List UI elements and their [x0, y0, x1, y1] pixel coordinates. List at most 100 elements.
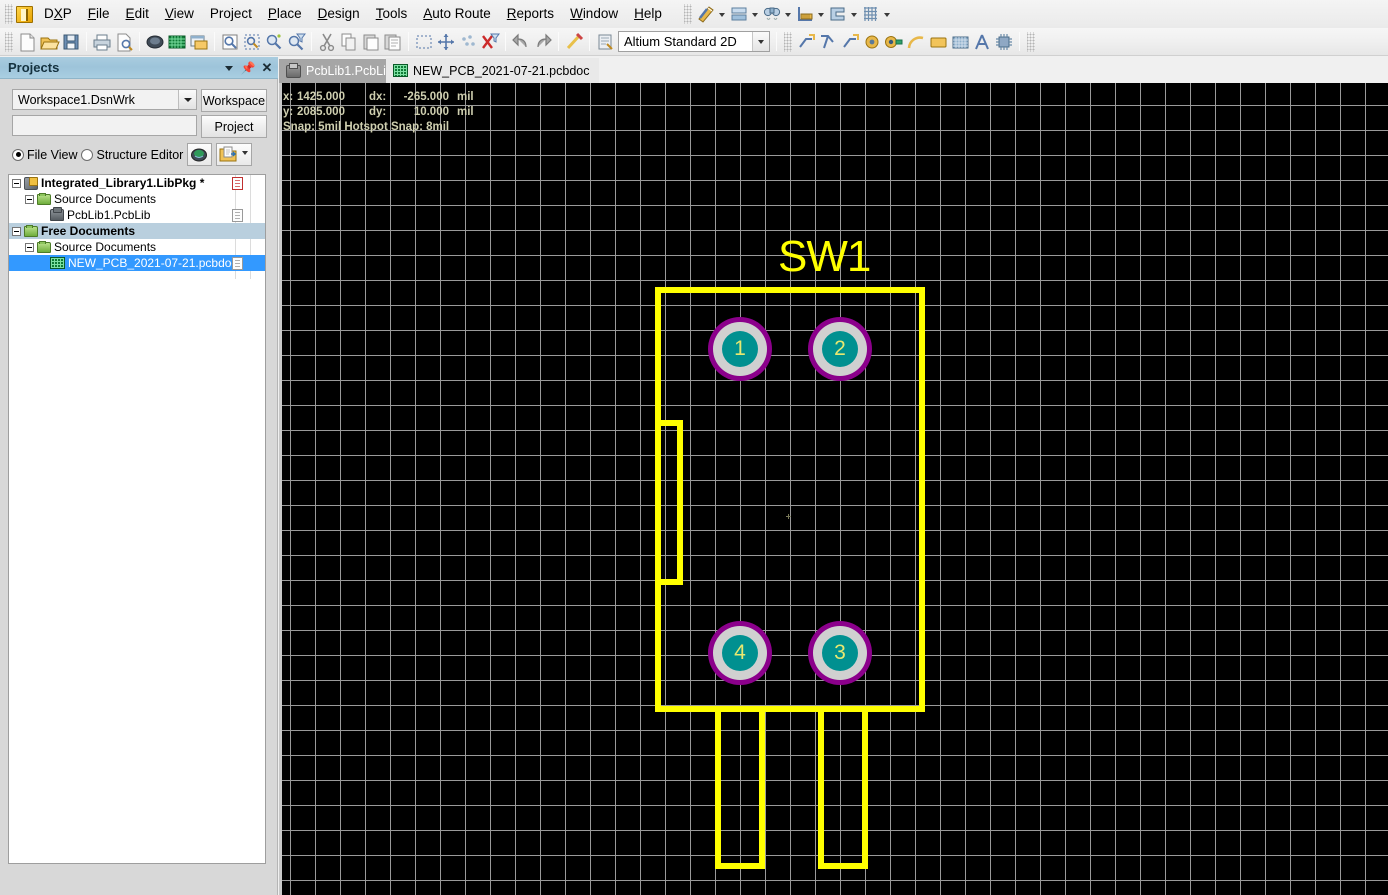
grid-icon[interactable]	[860, 3, 882, 25]
layer-stack-icon[interactable]	[728, 3, 750, 25]
menu-drag-grip[interactable]	[5, 4, 13, 24]
menu-item-help[interactable]: Help	[626, 3, 670, 26]
tree-expander-3[interactable]	[12, 226, 21, 236]
cut-icon[interactable]	[316, 31, 338, 53]
print-icon[interactable]	[91, 31, 113, 53]
pad-1[interactable]: 1	[708, 317, 772, 381]
place-pad-icon[interactable]	[861, 31, 883, 53]
pcb-document-icon[interactable]	[166, 31, 188, 53]
menu-item-auto-route[interactable]: Auto Route	[415, 3, 499, 26]
highlight-wand-icon[interactable]	[563, 31, 585, 53]
paste-special-icon[interactable]	[382, 31, 404, 53]
main-toolbar-grip[interactable]	[5, 31, 13, 52]
clear-filter-icon[interactable]	[479, 31, 501, 53]
tree-item-1[interactable]: Source Documents	[9, 191, 265, 207]
place-line-icon[interactable]	[795, 31, 817, 53]
measure-ruler-icon[interactable]	[695, 3, 717, 25]
place-arc-center-icon[interactable]	[905, 31, 927, 53]
print-preview-icon[interactable]	[113, 31, 135, 53]
copy-icon[interactable]	[338, 31, 360, 53]
measure-dropdown-caret[interactable]	[717, 3, 728, 25]
move-icon[interactable]	[435, 31, 457, 53]
pad-4[interactable]: 4	[708, 621, 772, 685]
view-configuration-caret[interactable]	[752, 32, 769, 51]
polygon-dropdown-caret[interactable]	[849, 3, 860, 25]
paste-icon[interactable]	[360, 31, 382, 53]
utilities-toolbar-grip[interactable]	[683, 4, 692, 24]
grid-dropdown-caret[interactable]	[882, 3, 893, 25]
pad-2[interactable]: 2	[808, 317, 872, 381]
inspector-icon[interactable]	[594, 31, 616, 53]
menu-item-design[interactable]: Design	[310, 3, 368, 26]
tree-item-doc-badge[interactable]	[232, 176, 243, 190]
tree-item-doc-badge[interactable]	[232, 208, 243, 222]
menu-item-view[interactable]: View	[157, 3, 202, 26]
menu-item-reports[interactable]: Reports	[499, 3, 562, 26]
file-view-radio[interactable]: File View	[12, 148, 77, 162]
place-via-icon[interactable]	[883, 31, 905, 53]
undo-icon[interactable]	[510, 31, 532, 53]
polygon-pour-icon[interactable]	[827, 3, 849, 25]
deselect-all-icon[interactable]	[457, 31, 479, 53]
save-document-icon[interactable]	[60, 31, 82, 53]
component-designator[interactable]: SW1	[778, 235, 871, 279]
place-string-icon[interactable]	[971, 31, 993, 53]
layer-stack-dropdown-caret[interactable]	[750, 3, 761, 25]
dxp-logo-icon[interactable]	[16, 5, 33, 23]
dimension-dropdown-caret[interactable]	[816, 3, 827, 25]
menu-item-file[interactable]: File	[80, 3, 118, 26]
menu-item-edit[interactable]: Edit	[118, 3, 157, 26]
cascade-windows-icon[interactable]	[188, 31, 210, 53]
redo-icon[interactable]	[532, 31, 554, 53]
menu-item-place[interactable]: Place	[260, 3, 310, 26]
new-document-icon[interactable]	[16, 31, 38, 53]
tree-item-3[interactable]: Free Documents	[9, 223, 265, 239]
open-document-caret[interactable]	[242, 151, 249, 155]
tree-item-2[interactable]: PcbLib1.PcbLib	[9, 207, 265, 223]
place-toolbar-grip[interactable]	[784, 31, 792, 52]
pin-panel-icon[interactable]: 📌	[240, 59, 256, 77]
menu-item-tools[interactable]: Tools	[368, 3, 416, 26]
extra-toolbar-grip[interactable]	[1027, 31, 1035, 52]
workspace-caret[interactable]	[178, 90, 196, 109]
zoom-in-icon[interactable]	[263, 31, 285, 53]
tree-item-5[interactable]: NEW_PCB_2021-07-21.pcbdoc	[9, 255, 265, 271]
panel-menu-icon[interactable]	[221, 59, 237, 77]
dimension-ruler-icon[interactable]	[794, 3, 816, 25]
select-region-icon[interactable]	[413, 31, 435, 53]
tree-expander-1[interactable]	[25, 194, 34, 204]
workspace-button[interactable]: Workspace	[201, 89, 267, 112]
menu-item-window[interactable]: Window	[562, 3, 626, 26]
menu-item-project[interactable]: Project	[202, 3, 260, 26]
tree-expander-0[interactable]	[12, 178, 21, 188]
tab-new-pcb[interactable]: NEW_PCB_2021-07-21.pcbdoc	[386, 58, 599, 83]
pcb-board-icon[interactable]	[144, 31, 166, 53]
menu-item-dxp[interactable]: DXP	[36, 3, 80, 26]
place-fill-icon[interactable]	[927, 31, 949, 53]
zoom-document-icon[interactable]	[219, 31, 241, 53]
tree-item-4[interactable]: Source Documents	[9, 239, 265, 255]
workspace-select[interactable]: Workspace1.DsnWrk	[12, 89, 197, 110]
open-document-icon[interactable]	[38, 31, 60, 53]
zoom-filter-icon[interactable]	[285, 31, 307, 53]
tree-item-0[interactable]: Integrated_Library1.LibPkg *	[9, 175, 265, 191]
place-polygon-pour-icon[interactable]	[949, 31, 971, 53]
pad-3[interactable]: 3	[808, 621, 872, 685]
view-configuration-select[interactable]: Altium Standard 2D	[618, 31, 770, 52]
project-tree[interactable]: Integrated_Library1.LibPkg * Source Docum…	[8, 174, 266, 864]
tab-pcblib1[interactable]: PcbLib1.PcbLib	[279, 59, 402, 83]
tree-item-doc-badge[interactable]	[232, 256, 243, 270]
binoculars-find-icon[interactable]	[761, 3, 783, 25]
project-search-input[interactable]	[12, 115, 197, 136]
tree-expander-4[interactable]	[25, 242, 34, 252]
place-arc-icon[interactable]	[839, 31, 861, 53]
project-options-icon[interactable]	[187, 143, 213, 166]
place-track-icon[interactable]	[817, 31, 839, 53]
close-panel-icon[interactable]: ✕	[259, 59, 275, 77]
project-button[interactable]: Project	[201, 115, 267, 138]
place-component-icon[interactable]	[993, 31, 1015, 53]
zoom-area-icon[interactable]	[241, 31, 263, 53]
pcb-canvas[interactable]: x: 1425.000 dx: -265.000 mil y: 2085.000…	[279, 83, 1388, 895]
structure-editor-radio[interactable]: Structure Editor	[81, 148, 183, 162]
open-document-dropdown-icon[interactable]	[216, 143, 253, 166]
